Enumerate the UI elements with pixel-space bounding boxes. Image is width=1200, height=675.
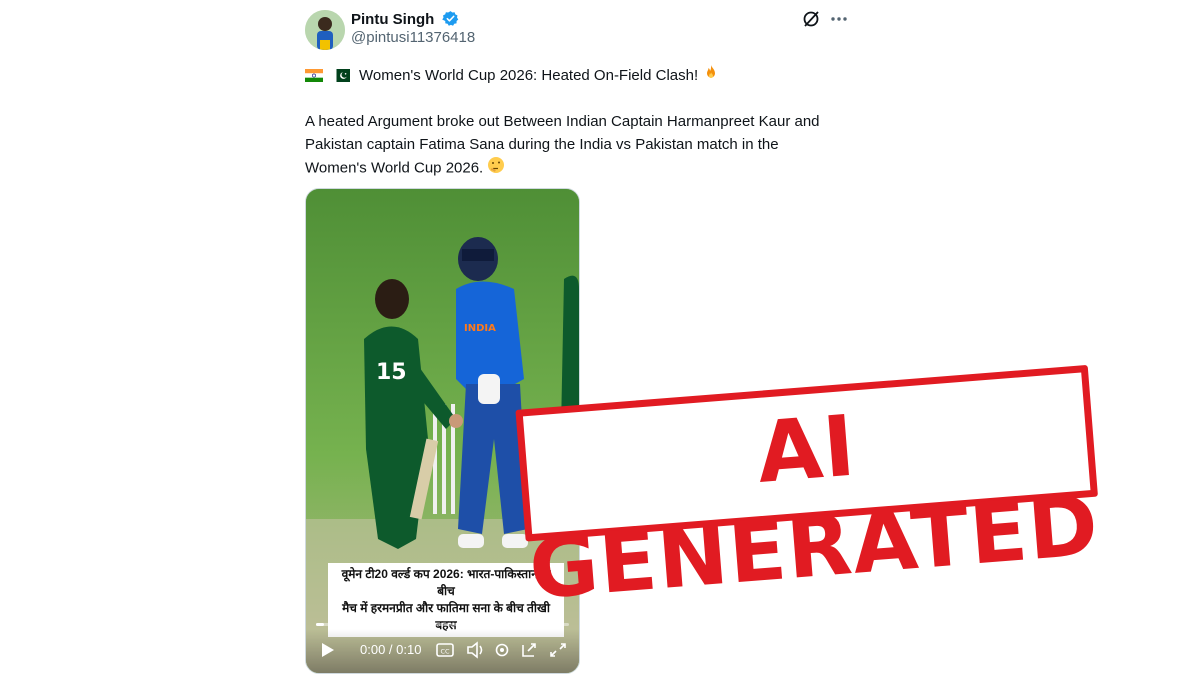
pak-jersey-number: 15 [376, 360, 407, 385]
fire-emoji-icon [702, 64, 720, 86]
post-title: Women's World Cup 2026: Heated On-Field … [359, 66, 699, 84]
settings-icon[interactable] [493, 639, 511, 661]
author-handle[interactable]: @pintusi11376418 [351, 29, 475, 46]
video-progress-bar[interactable] [316, 623, 569, 626]
pip-icon[interactable] [520, 639, 538, 661]
avatar[interactable] [305, 10, 345, 50]
svg-text:CC: CC [440, 648, 450, 656]
author-name-row[interactable]: Pintu Singh [351, 10, 459, 31]
more-icon[interactable] [829, 9, 849, 29]
play-icon[interactable] [320, 639, 336, 661]
post-body: A heated Argument broke out Between Indi… [305, 110, 820, 181]
post-body-text: A heated Argument broke out Between Indi… [305, 113, 820, 177]
video-controls: 0:00 / 0:10 CC [306, 629, 579, 673]
video-time: 0:00 / 0:10 [360, 642, 422, 657]
verified-badge-icon [441, 10, 459, 31]
pakistan-flag-icon [332, 68, 350, 82]
caption-line-1: वूमेन टी20 वर्ल्ड कप 2026: भारत-पाकिस्ता… [341, 567, 551, 598]
captions-icon[interactable]: CC [436, 639, 454, 661]
grok-icon[interactable] [801, 9, 821, 29]
fullscreen-icon[interactable] [549, 639, 567, 661]
thinking-emoji-icon [487, 156, 505, 181]
india-flag-icon [305, 68, 323, 82]
author-name[interactable]: Pintu Singh [351, 11, 434, 28]
volume-icon[interactable] [466, 639, 486, 661]
post-title-line: Women's World Cup 2026: Heated On-Field … [305, 64, 720, 86]
video-progress-fill [316, 623, 324, 626]
india-jersey-text: INDIA [464, 323, 496, 334]
